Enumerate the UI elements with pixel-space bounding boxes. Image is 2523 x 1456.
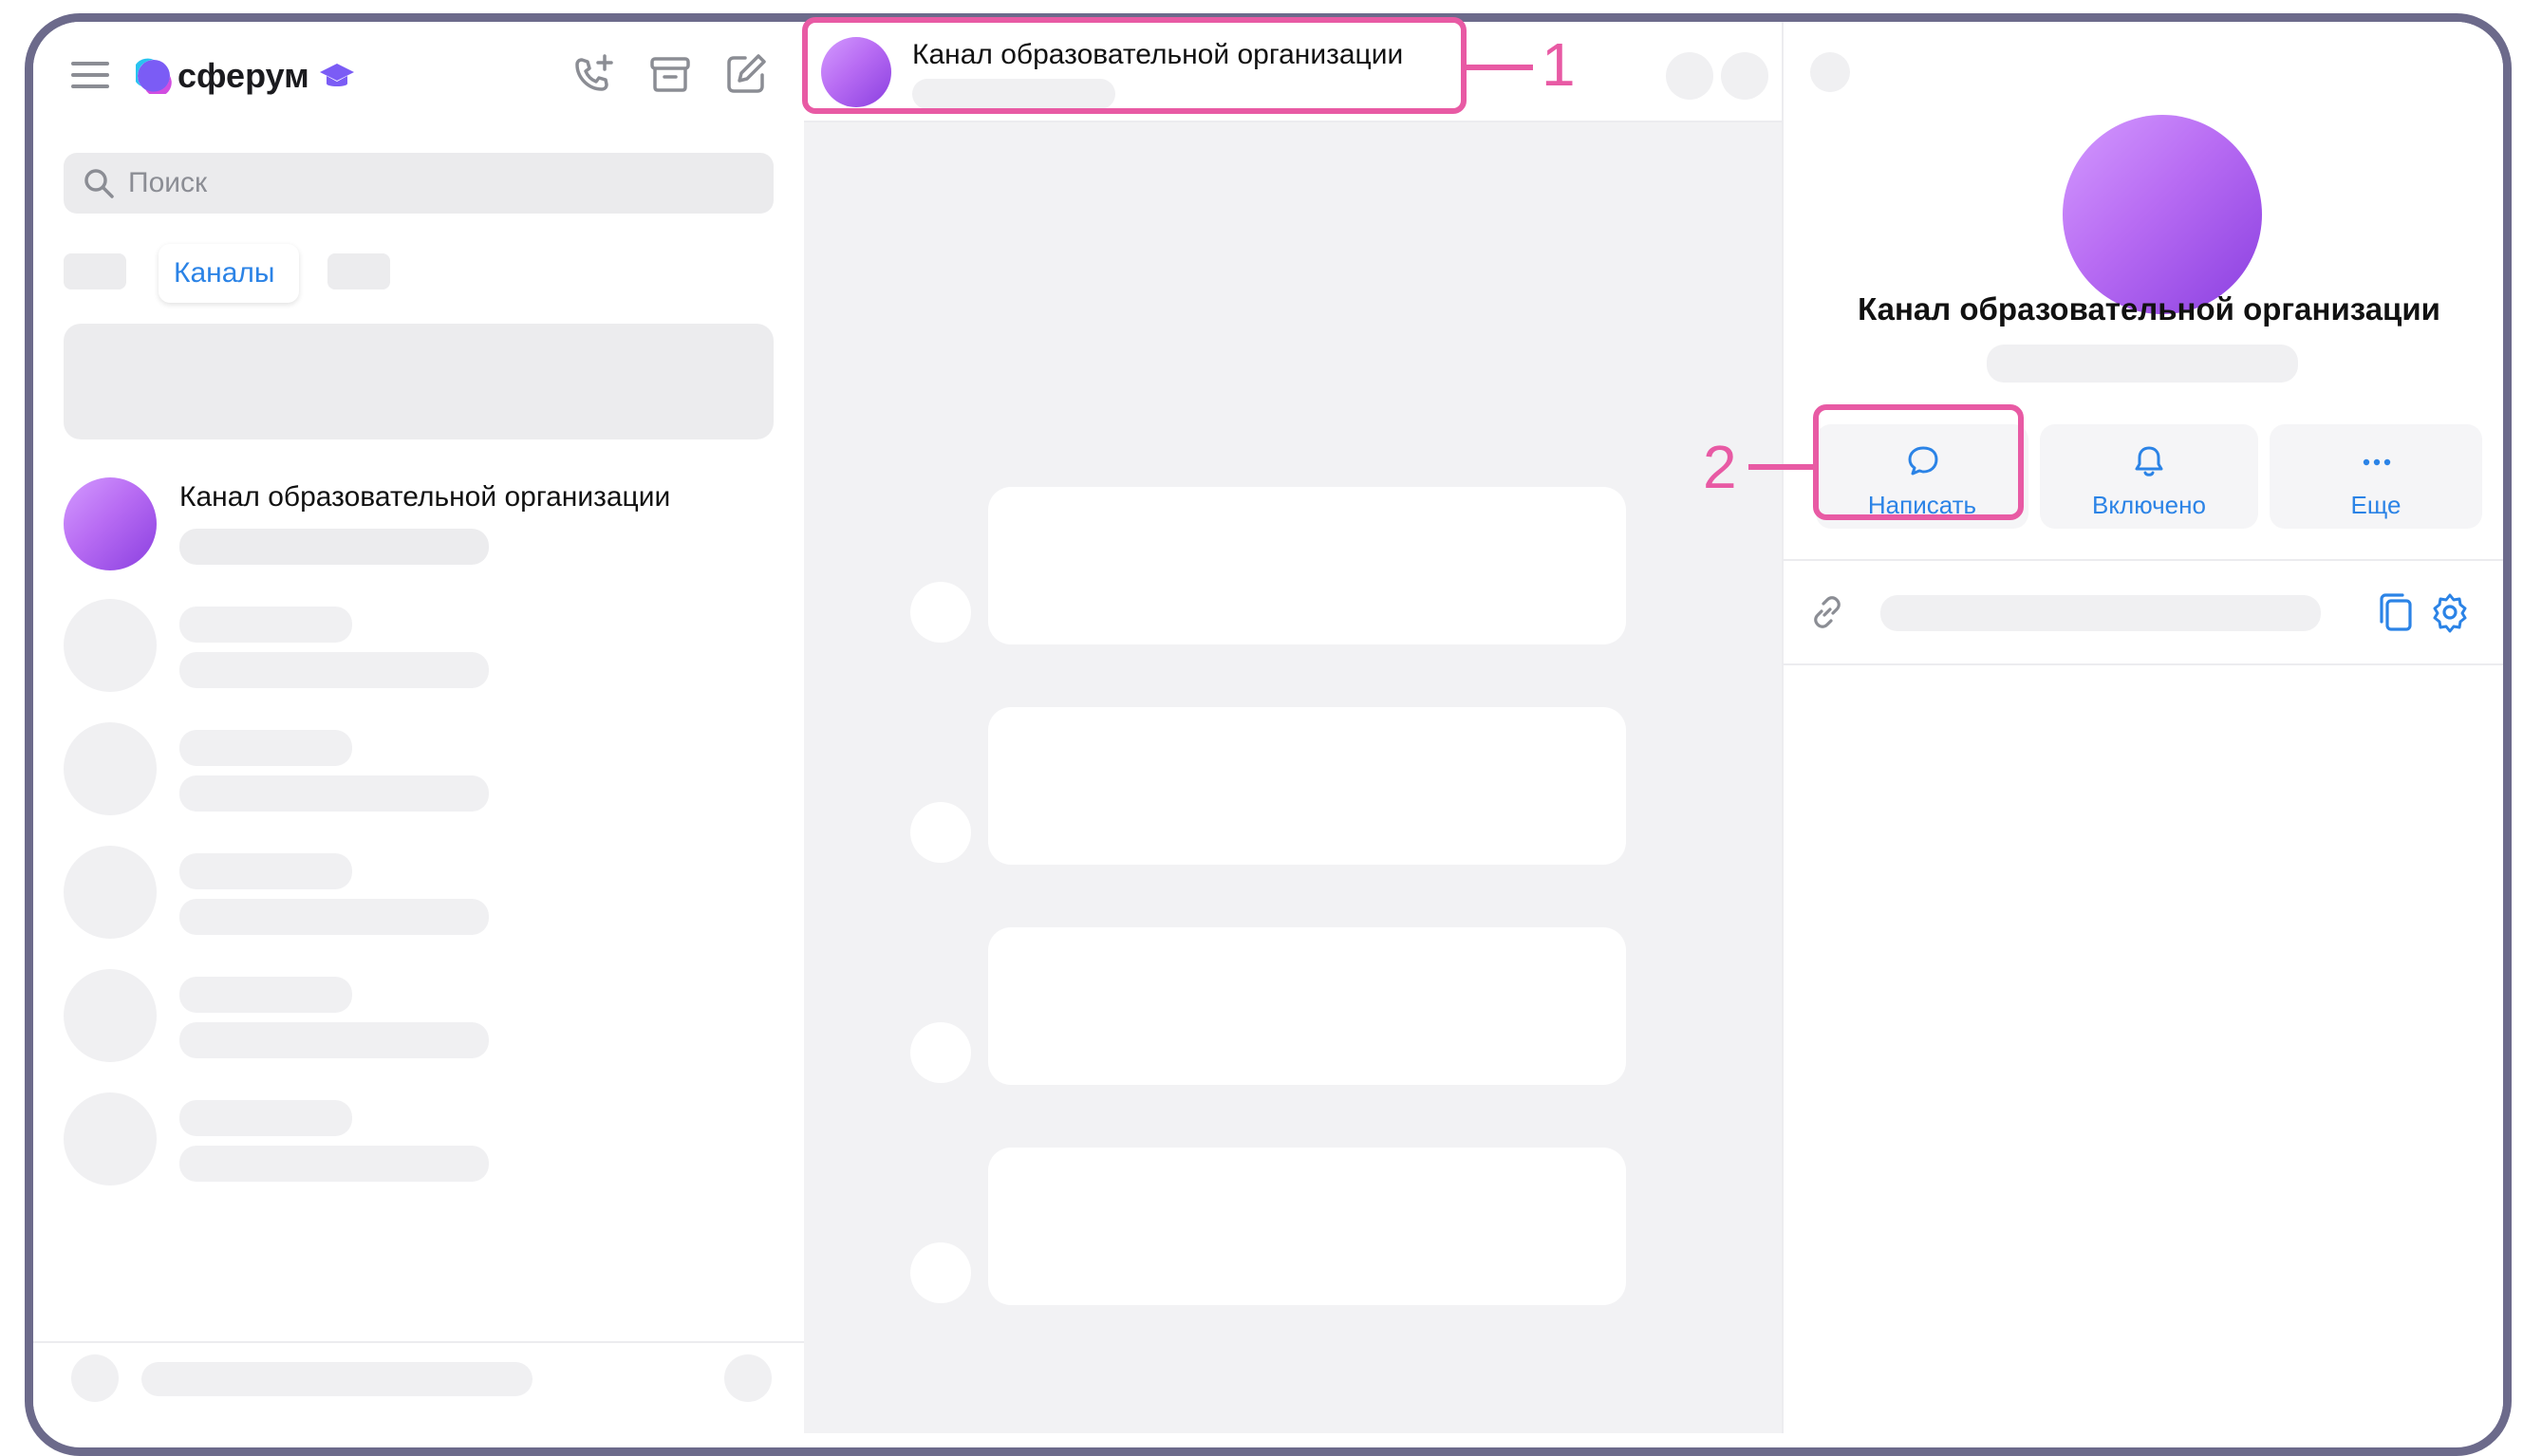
title-placeholder xyxy=(179,730,352,766)
avatar-placeholder xyxy=(64,722,157,815)
sferum-logo-icon xyxy=(133,58,172,97)
add-call-icon[interactable] xyxy=(570,50,618,98)
footer-action-placeholder[interactable] xyxy=(724,1354,772,1402)
compose-icon[interactable] xyxy=(722,50,770,98)
link-placeholder xyxy=(1880,595,2321,631)
more-button[interactable]: Еще xyxy=(2270,424,2482,529)
title-placeholder xyxy=(179,853,352,889)
list-item[interactable] xyxy=(64,1087,785,1191)
message-avatar-placeholder xyxy=(910,582,971,643)
search-icon xyxy=(83,167,115,199)
message-avatar-placeholder xyxy=(910,1242,971,1303)
menu-icon[interactable] xyxy=(67,56,113,94)
list-item[interactable] xyxy=(64,840,785,944)
list-item[interactable] xyxy=(64,963,785,1068)
close-button-placeholder[interactable] xyxy=(1810,52,1850,92)
avatar-placeholder xyxy=(64,1092,157,1185)
list-item-subtitle-placeholder xyxy=(179,529,489,565)
list-item[interactable]: Канал образовательной организации xyxy=(64,472,785,576)
subtitle-placeholder xyxy=(179,1146,489,1182)
gear-icon[interactable] xyxy=(2429,591,2471,633)
footer-avatar-placeholder[interactable] xyxy=(71,1354,119,1402)
subtitle-placeholder xyxy=(179,899,489,935)
list-item-title: Канал образовательной организации xyxy=(179,481,671,513)
footer-text-placeholder xyxy=(141,1362,533,1396)
title-placeholder xyxy=(179,607,352,643)
avatar xyxy=(64,477,157,570)
callout-number-1: 1 xyxy=(1542,30,1576,99)
notifications-button-label: Включено xyxy=(2092,491,2206,519)
divider xyxy=(1784,663,2503,665)
archive-icon[interactable] xyxy=(646,50,694,98)
profile-panel: Канал образовательной организации Написа… xyxy=(1782,22,2503,1433)
title-placeholder xyxy=(179,1100,352,1136)
header-action-placeholder[interactable] xyxy=(1666,52,1713,100)
tab-placeholder[interactable] xyxy=(64,253,126,289)
more-icon xyxy=(2359,453,2395,472)
message-bubble-placeholder xyxy=(988,927,1626,1085)
message-avatar-placeholder xyxy=(910,802,971,863)
notifications-button[interactable]: Включено xyxy=(2040,424,2258,529)
callout-line-2 xyxy=(1748,464,1813,470)
message-bubble-placeholder xyxy=(988,707,1626,865)
callout-number-2: 2 xyxy=(1703,433,1737,501)
list-item[interactable] xyxy=(64,717,785,821)
tab-placeholder[interactable] xyxy=(327,253,390,289)
avatar-placeholder xyxy=(64,846,157,939)
graduation-cap-icon xyxy=(318,60,356,94)
brand-name: сферум xyxy=(178,56,309,95)
search-placeholder: Поиск xyxy=(128,167,208,198)
subtitle-placeholder xyxy=(179,1022,489,1058)
subtitle-placeholder xyxy=(179,652,489,688)
profile-subtitle-placeholder xyxy=(1987,345,2298,383)
message-avatar-placeholder xyxy=(910,1022,971,1083)
device-frame: сферум Поиск Каналы Канал образовательно… xyxy=(25,13,2512,1456)
title-placeholder xyxy=(179,977,352,1013)
callout-box-2 xyxy=(1813,404,2024,520)
message-bubble-placeholder xyxy=(988,487,1626,644)
callout-box-1 xyxy=(802,17,1467,114)
header-action-placeholder[interactable] xyxy=(1721,52,1768,100)
tab-channels-label: Каналы xyxy=(174,257,275,289)
profile-avatar xyxy=(2063,115,2262,314)
subtitle-placeholder xyxy=(179,775,489,812)
avatar-placeholder xyxy=(64,599,157,692)
message-bubble-placeholder xyxy=(988,1148,1626,1305)
link-icon xyxy=(1808,593,1846,631)
callout-line-1 xyxy=(1467,65,1533,70)
search-input[interactable]: Поиск xyxy=(64,153,774,214)
more-button-label: Еще xyxy=(2350,491,2402,519)
profile-title: Канал образовательной организации xyxy=(1858,291,2440,327)
sidebar-footer xyxy=(33,1341,804,1343)
avatar-placeholder xyxy=(64,969,157,1062)
divider xyxy=(1784,559,2503,561)
tab-channels[interactable]: Каналы xyxy=(159,244,299,303)
banner-placeholder xyxy=(64,324,774,439)
list-item[interactable] xyxy=(64,593,785,698)
chat-panel: Канал образовательной организации xyxy=(804,22,1782,1433)
bell-icon xyxy=(2131,443,2167,479)
sidebar: сферум Поиск Каналы Канал образовательно… xyxy=(33,22,806,1433)
copy-icon[interactable] xyxy=(2376,591,2416,633)
